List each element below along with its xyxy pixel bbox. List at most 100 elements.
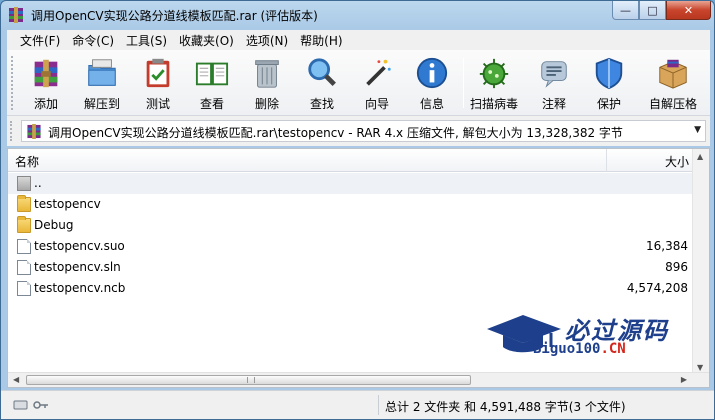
status-divider — [378, 395, 379, 415]
watermark-logo: 必过源码 Biguo100.CN — [485, 311, 685, 363]
menu-tools[interactable]: 工具(S) — [121, 32, 172, 49]
find-label: 查找 — [309, 97, 334, 111]
info-button[interactable]: 信息 — [407, 54, 457, 112]
list-item-size: 16,384 — [646, 239, 688, 253]
minimize-button[interactable]: — — [612, 1, 639, 20]
column-divider[interactable] — [606, 149, 607, 172]
watermark-english: Biguo100.CN — [533, 341, 626, 357]
menu-help[interactable]: 帮助(H) — [295, 32, 347, 49]
add-archive-icon — [34, 59, 58, 88]
list-item-name: testopencv.suo — [34, 239, 125, 253]
folder-icon — [17, 195, 31, 212]
address-path: 调用OpenCV实现公路分道线模板匹配.rar\testopencv - RAR… — [48, 126, 623, 140]
test-label: 测试 — [145, 97, 170, 111]
comment-button[interactable]: 注释 — [529, 54, 579, 112]
extract-to-button[interactable]: 解压到 — [77, 54, 127, 112]
toolbar-separator — [463, 58, 464, 108]
toolbar-grip[interactable] — [11, 56, 15, 110]
add-button[interactable]: 添加 — [21, 54, 71, 112]
file-icon — [17, 239, 31, 254]
wizard-button[interactable]: 向导 — [352, 54, 402, 112]
protect-button[interactable]: 保护 — [584, 54, 634, 112]
toolbar: 添加 解压到 测试 查看 删除 查找 向导 信息 扫描病毒 注释 保护 自解压格 — [7, 50, 710, 116]
address-grip[interactable] — [10, 121, 14, 141]
shield-icon — [595, 57, 623, 90]
title-bar[interactable]: 调用OpenCV实现公路分道线模板匹配.rar (评估版本) — □ ✕ — [1, 1, 714, 29]
column-header-name[interactable]: 名称 — [15, 153, 39, 170]
window-controls: — □ ✕ — [612, 1, 711, 21]
wizard-wand-icon — [366, 59, 391, 86]
view-book-icon — [195, 62, 229, 86]
address-bar: 调用OpenCV实现公路分道线模板匹配.rar\testopencv - RAR… — [7, 116, 710, 146]
list-item-folder[interactable]: testopencv — [8, 194, 692, 215]
list-header: 名称 大小 — [8, 149, 709, 172]
wizard-label: 向导 — [364, 97, 389, 111]
sfx-button[interactable]: 自解压格 — [641, 54, 705, 112]
scroll-thumb-grip — [247, 377, 255, 383]
folder-icon — [17, 216, 31, 233]
info-label: 信息 — [419, 97, 444, 111]
window-title: 调用OpenCV实现公路分道线模板匹配.rar (评估版本) — [31, 9, 318, 23]
view-button[interactable]: 查看 — [187, 54, 237, 112]
parent-folder-icon — [17, 176, 31, 191]
menu-favorites[interactable]: 收藏夹(O) — [174, 32, 239, 49]
status-bar: 总计 2 文件夹 和 4,591,488 字节(3 个文件) — [1, 390, 714, 419]
scroll-up-icon[interactable]: ▲ — [697, 152, 703, 161]
find-button[interactable]: 查找 — [297, 54, 347, 112]
view-label: 查看 — [199, 97, 224, 111]
file-icon — [17, 260, 31, 275]
scroll-right-icon[interactable]: ▶ — [681, 375, 687, 384]
sfx-label: 自解压格 — [648, 97, 697, 111]
list-item-size: 4,574,208 — [626, 281, 688, 295]
delete-button[interactable]: 删除 — [242, 54, 292, 112]
list-item-name: Debug — [34, 218, 74, 232]
list-item-file[interactable]: testopencv.suo 16,384 — [8, 236, 692, 257]
horizontal-scroll-thumb[interactable] — [26, 375, 471, 385]
menu-options[interactable]: 选项(N) — [241, 32, 293, 49]
file-icon — [17, 281, 31, 296]
address-dropdown-icon[interactable]: ▼ — [694, 125, 701, 135]
trash-icon — [255, 60, 279, 88]
vertical-scrollbar[interactable]: ▲ ▼ — [692, 149, 709, 374]
comment-label: 注释 — [541, 97, 566, 111]
extract-icon — [88, 59, 116, 86]
menu-bar: 文件(F) 命令(C) 工具(S) 收藏夹(O) 选项(N) 帮助(H) — [7, 30, 710, 50]
archive-icon — [27, 124, 41, 139]
list-item-name: .. — [34, 176, 42, 190]
list-item-size: 896 — [665, 260, 688, 274]
drive-key-icon[interactable] — [13, 398, 49, 412]
watermark-tld: .CN — [600, 341, 626, 357]
test-clipboard-icon — [146, 58, 170, 88]
comment-icon — [541, 61, 567, 88]
menu-commands[interactable]: 命令(C) — [67, 32, 119, 49]
list-item-name: testopencv.ncb — [34, 281, 126, 295]
scroll-left-icon[interactable]: ◀ — [13, 375, 19, 384]
winrar-window: 调用OpenCV实现公路分道线模板匹配.rar (评估版本) — □ ✕ 文件(… — [0, 0, 715, 420]
delete-label: 删除 — [254, 97, 279, 111]
scroll-down-icon[interactable]: ▼ — [697, 363, 703, 372]
horizontal-scrollbar[interactable]: ◀ ▶ — [8, 372, 709, 387]
watermark-site: Biguo100 — [533, 341, 601, 357]
list-item-name: testopencv.sln — [34, 260, 121, 274]
column-header-size[interactable]: 大小 — [665, 153, 689, 170]
menu-file[interactable]: 文件(F) — [15, 32, 65, 49]
list-item-file[interactable]: testopencv.sln 896 — [8, 257, 692, 278]
list-item-folder[interactable]: Debug — [8, 215, 692, 236]
info-icon — [416, 57, 448, 89]
scan-virus-label: 扫描病毒 — [469, 97, 518, 111]
add-label: 添加 — [33, 97, 58, 111]
list-item-name: testopencv — [34, 197, 101, 211]
protect-label: 保护 — [596, 97, 621, 111]
sfx-box-icon — [659, 59, 687, 89]
status-summary: 总计 2 文件夹 和 4,591,488 字节(3 个文件) — [385, 400, 626, 414]
virus-scan-icon — [479, 58, 509, 89]
extract-to-label: 解压到 — [83, 97, 120, 111]
winrar-app-icon[interactable] — [8, 7, 24, 23]
test-button[interactable]: 测试 — [133, 54, 183, 112]
list-item-parent[interactable]: .. — [8, 173, 692, 194]
list-item-file[interactable]: testopencv.ncb 4,574,208 — [8, 278, 692, 299]
close-button[interactable]: ✕ — [666, 1, 711, 20]
address-field[interactable]: 调用OpenCV实现公路分道线模板匹配.rar\testopencv - RAR… — [21, 120, 706, 142]
maximize-button[interactable]: □ — [639, 1, 666, 20]
scan-virus-button[interactable]: 扫描病毒 — [469, 54, 519, 112]
